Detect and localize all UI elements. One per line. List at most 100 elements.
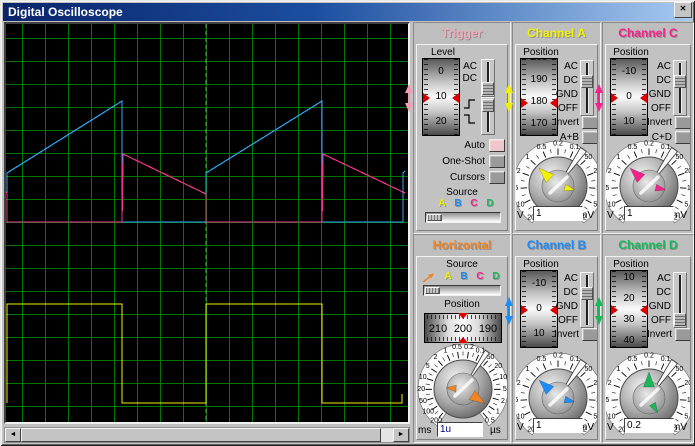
scroll-right-button[interactable]: ► [393, 428, 409, 442]
channel-a-unit-left-label: V [517, 210, 524, 221]
channel-d-unit-left-label: V [607, 422, 614, 433]
trigger-title: Trigger [441, 26, 483, 40]
channel-a-position-cursor[interactable] [504, 84, 514, 112]
switch-handle[interactable] [674, 313, 686, 326]
channel-a-invert-button[interactable] [582, 116, 597, 129]
slider-handle[interactable] [427, 214, 442, 221]
channel-c-invert-button-label: Invert [646, 117, 672, 128]
svg-text:10: 10 [687, 185, 691, 192]
channel-d-coupling-dc-label: DC [656, 287, 671, 298]
svg-text:2: 2 [501, 398, 505, 405]
scale-number: 20 [435, 116, 447, 127]
horizontal-position-label: Position [444, 299, 480, 310]
channel-c-coupling-switch[interactable] [673, 60, 687, 116]
svg-text:5: 5 [684, 201, 688, 208]
horizontal-content: SourceABCD Position 210 200 190200 100 50 20 10 5… [416, 256, 508, 440]
channel-a-panel: Channel APosition200190180170ACDCGNDOFFI… [512, 22, 601, 234]
trigger-content: Level 0 10 20 AC DC Auto One-Shot Cursors Source A… [416, 44, 508, 231]
oscilloscope-screen[interactable] [4, 22, 410, 424]
svg-text:0.5: 0.5 [628, 144, 638, 151]
title-bar[interactable]: Digital Oscilloscope [3, 3, 692, 21]
svg-text:20: 20 [684, 168, 691, 175]
channel-d-gain-value-input[interactable] [624, 418, 674, 433]
svg-text:50: 50 [676, 154, 684, 161]
timebase-unit-right-label: µs [490, 425, 501, 436]
switch-slot [586, 275, 589, 325]
channel-a-coupling-off-label: OFF [558, 103, 578, 114]
trigger-auto-button-label: Auto [464, 140, 485, 151]
trigger-source-A: A [438, 198, 446, 209]
trigger-coupling-switch[interactable] [481, 59, 495, 97]
channel-d-coupling-switch[interactable] [673, 272, 687, 328]
waveform-display [6, 24, 406, 422]
switch-handle[interactable] [482, 99, 494, 112]
channel-a-title: Channel A [527, 26, 586, 40]
horizontal-source-slider[interactable] [423, 285, 501, 296]
channel-c-title: Channel C [618, 26, 678, 40]
trigger-cursors-button[interactable] [489, 171, 505, 184]
channel-c-position-cursor[interactable] [594, 84, 604, 112]
svg-text:5: 5 [503, 386, 507, 393]
trigger-slope-switch[interactable] [481, 97, 495, 135]
channel-d-position-cursor[interactable] [594, 297, 604, 325]
svg-text:10: 10 [517, 413, 525, 420]
channel-d-unit-right-label: mV [672, 422, 687, 433]
channel-d-content: Position 10 20 30 40 AC DC GND OFF Invert 20 10 5 2 1 0… [605, 256, 691, 440]
svg-text:0.1: 0.1 [661, 144, 671, 151]
channel-b-coupling-gnd-label: GND [555, 301, 578, 312]
channel-c-coupling-ac-label: AC [657, 61, 671, 72]
trigger-source-slider[interactable] [425, 212, 501, 223]
svg-text:50: 50 [419, 398, 427, 405]
horizontal-title: Horizontal [432, 238, 492, 252]
svg-text:0.5: 0.5 [628, 356, 638, 363]
switch-handle[interactable] [581, 287, 593, 300]
trigger-panel: Trigger Level 0 10 20 AC DC Auto One-Shot Cursors… [413, 22, 511, 234]
channel-c-gain-value-input[interactable] [624, 206, 674, 221]
channel-b-gain-value-input[interactable] [533, 418, 583, 433]
channel-a-invert-button-label: Invert [553, 117, 579, 128]
slider-marker-left-icon [423, 93, 430, 103]
channel-a-coupling-dc-label: DC [563, 75, 578, 86]
trigger-level-cursor[interactable] [404, 84, 414, 112]
switch-handle[interactable] [581, 75, 593, 88]
channel-d-invert-button[interactable] [675, 328, 690, 341]
switch-handle[interactable] [482, 82, 494, 95]
scrollbar-thumb[interactable] [21, 428, 381, 442]
svg-text:10: 10 [499, 374, 507, 381]
channel-c-invert-button[interactable] [675, 116, 690, 129]
channel-b-position-cursor[interactable] [504, 297, 514, 325]
slider-handle[interactable] [425, 287, 440, 294]
trigger-source-D: D [486, 198, 494, 209]
arrow-down-icon [595, 103, 603, 112]
scroll-left-button[interactable]: ◄ [5, 428, 21, 442]
close-button[interactable]: ✕ [674, 2, 692, 18]
arrow-down-icon [505, 316, 513, 325]
horizontal-scrollbar[interactable]: ◄ ► [4, 427, 410, 443]
svg-text:2: 2 [517, 168, 521, 175]
channel-d-panel: Channel D Position 10 20 30 40 AC DC GND OFF Inver… [602, 234, 694, 443]
svg-text:20: 20 [593, 168, 598, 175]
svg-text:2: 2 [517, 380, 521, 387]
trace-channel-a [6, 303, 403, 404]
svg-text:1: 1 [617, 366, 621, 373]
channel-a-gain-value-input[interactable] [533, 206, 583, 221]
channel-a-coupling-switch[interactable] [580, 60, 594, 116]
svg-text:5: 5 [593, 413, 597, 420]
channel-c-unit-right-label: mV [672, 210, 687, 221]
svg-text:0.5: 0.5 [537, 144, 547, 151]
channel-b-invert-button[interactable] [582, 328, 597, 341]
horizontal-source-C: C [476, 271, 484, 282]
horizontal-position-scale[interactable]: 210 200 190 [424, 313, 502, 343]
svg-text:20: 20 [684, 380, 691, 387]
svg-text:1: 1 [496, 409, 500, 416]
svg-text:0.5: 0.5 [537, 356, 547, 363]
svg-text:2: 2 [608, 380, 612, 387]
channel-b-coupling-switch[interactable] [580, 272, 594, 328]
horizontal-timebase-value-input[interactable] [437, 422, 483, 437]
trigger-auto-button[interactable] [489, 139, 505, 152]
switch-handle[interactable] [674, 75, 686, 88]
horizontal-panel: HorizontalSourceABCDPosition210200190200… [413, 234, 511, 443]
svg-text:100: 100 [422, 409, 434, 416]
svg-text:0.1: 0.1 [570, 356, 580, 363]
trigger-oneshot-button[interactable] [489, 155, 505, 168]
